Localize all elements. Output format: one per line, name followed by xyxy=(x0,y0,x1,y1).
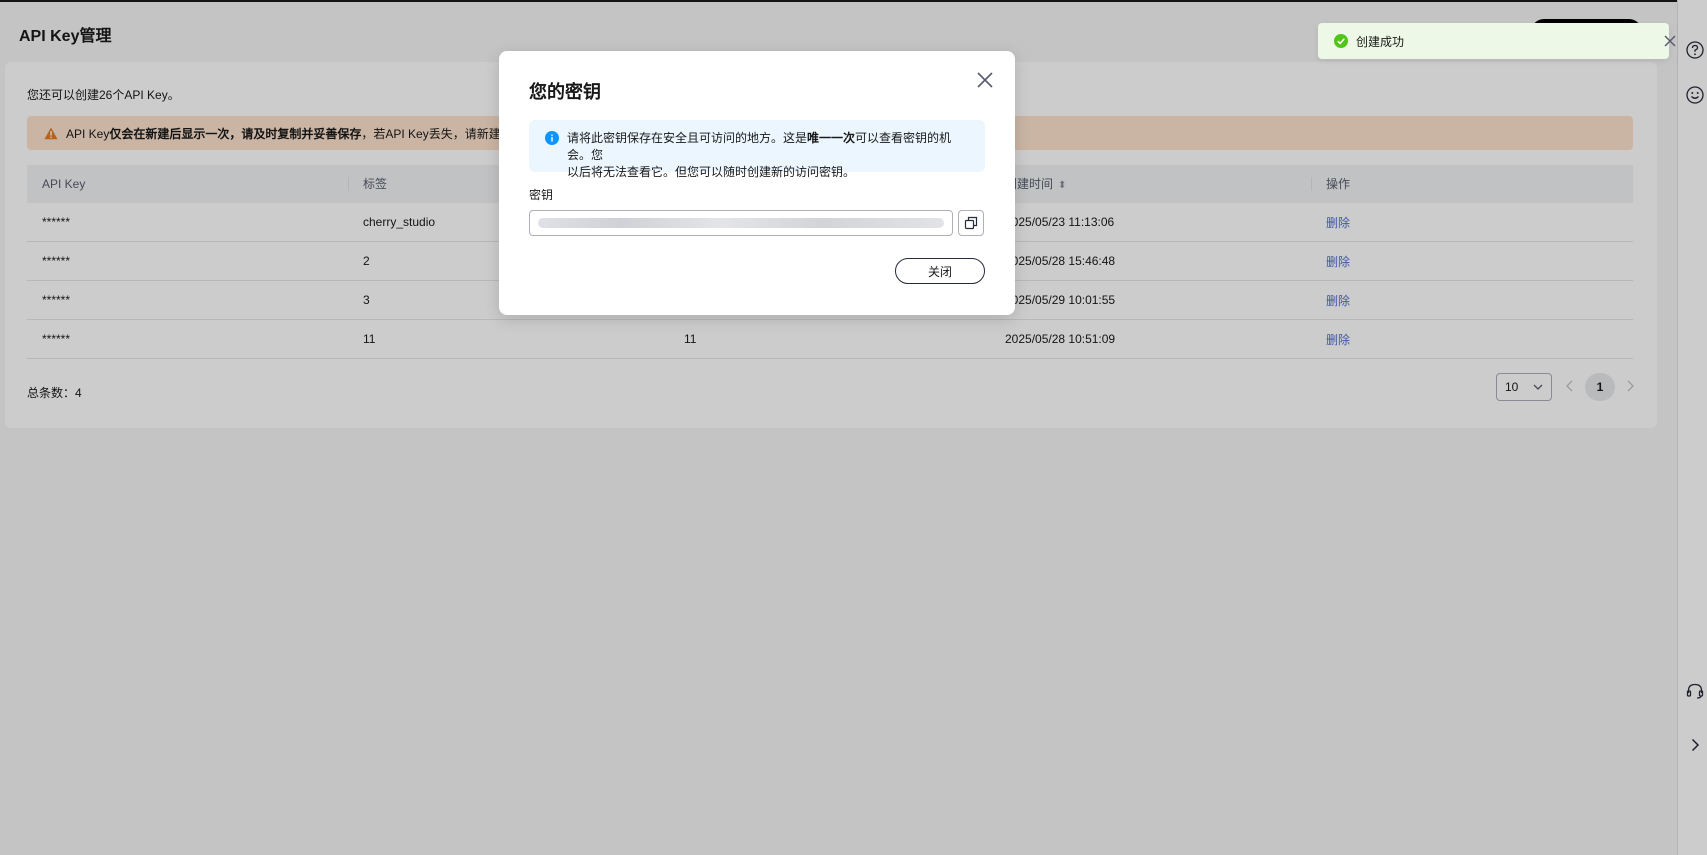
toast-text: 创建成功 xyxy=(1356,34,1405,49)
success-toast: 创建成功 xyxy=(1318,23,1676,59)
key-label: 密钥 xyxy=(529,188,554,202)
secret-key-field[interactable] xyxy=(529,210,953,236)
copy-icon xyxy=(964,216,978,230)
copy-button[interactable] xyxy=(958,210,984,236)
info-box: 请将此密钥保存在安全且可访问的地方。这是唯一一次可以查看密钥的机会。您 以后将无… xyxy=(529,120,985,179)
blurred-key-value xyxy=(538,218,944,228)
modal-title: 您的密钥 xyxy=(529,82,601,102)
toast-close-icon[interactable] xyxy=(1662,33,1678,49)
info-text: 请将此密钥保存在安全且可访问的地方。这是唯一一次可以查看密钥的机会。您 以后将无… xyxy=(567,131,952,179)
secret-key-modal: 您的密钥 请将此密钥保存在安全且可访问的地方。这是唯一一次可以查看密钥的机会。您… xyxy=(499,51,1015,315)
check-circle-icon xyxy=(1334,34,1348,48)
info-icon xyxy=(545,131,559,145)
close-icon[interactable] xyxy=(974,69,996,91)
close-button[interactable]: 关闭 xyxy=(895,258,985,284)
